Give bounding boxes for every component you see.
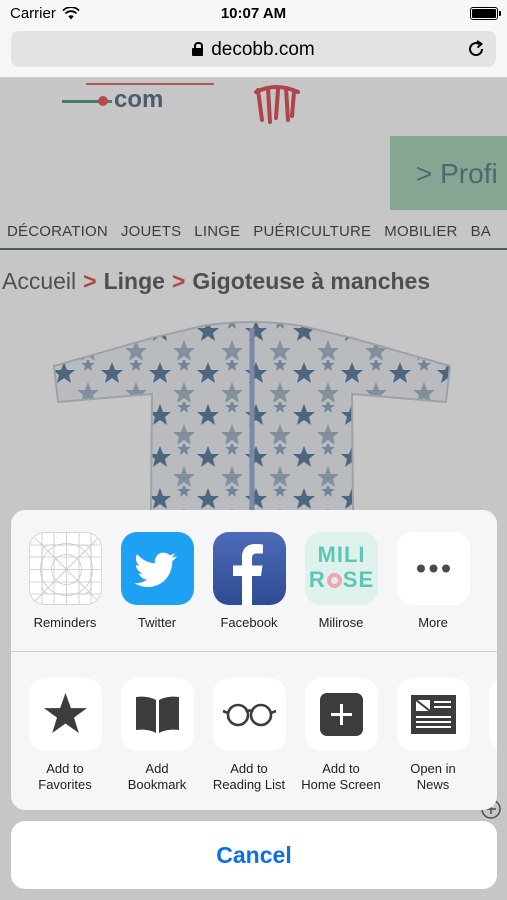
address-bar: decobb.com [0, 28, 507, 78]
milirose-logo-line1: MILI [317, 542, 366, 567]
bookmark-tile[interactable] [121, 678, 194, 751]
twitter-label: Twitter [137, 615, 177, 630]
reminders-icon [30, 533, 101, 604]
star-icon [44, 693, 87, 733]
news-label: Open in News [410, 761, 456, 792]
facebook-icon [233, 544, 263, 605]
reminders-tile[interactable] [29, 532, 102, 605]
book-icon [136, 696, 179, 733]
cancel-button[interactable]: Cancel [11, 821, 497, 889]
url-display: decobb.com [11, 39, 496, 61]
favorites-tile[interactable] [29, 678, 102, 751]
reading-list-tile[interactable] [213, 678, 286, 751]
favorites-label: Add to Favorites [38, 761, 92, 792]
milirose-logo-line2: R SE [308, 567, 375, 592]
twitter-icon [134, 552, 177, 587]
glasses-icon [222, 703, 277, 727]
more-icon [417, 564, 450, 573]
share-sheet: Reminders Twitter Facebook MILI R SE Mil… [11, 510, 497, 810]
home-screen-tile[interactable] [305, 678, 378, 751]
milirose-label: Milirose [318, 615, 364, 630]
milirose-tile[interactable]: MILI R SE [305, 532, 378, 605]
more-label: More [418, 615, 448, 630]
lock-icon [192, 42, 204, 56]
status-bar: Carrier 10:07 AM [0, 0, 507, 28]
milirose-icon: MILI R SE [305, 542, 378, 592]
add-square-icon [320, 693, 363, 736]
share-actions-row: Add to Favorites Add Bookmark Add to Rea… [11, 678, 497, 796]
reading-list-label: Add to Reading List [212, 761, 286, 792]
more-tile[interactable] [397, 532, 470, 605]
news-tile[interactable] [397, 678, 470, 751]
battery-fill [472, 9, 496, 18]
facebook-tile[interactable] [213, 532, 286, 605]
partial-next-tile[interactable] [489, 678, 497, 751]
news-icon [411, 695, 456, 734]
reload-icon[interactable] [466, 39, 486, 59]
twitter-tile[interactable] [121, 532, 194, 605]
battery-icon [470, 7, 501, 20]
bookmark-label: Add Bookmark [127, 761, 187, 792]
url-text: decobb.com [211, 39, 315, 60]
facebook-label: Facebook [220, 615, 278, 630]
share-apps-row: Reminders Twitter Facebook MILI R SE Mil… [11, 532, 497, 650]
url-field[interactable]: decobb.com [11, 31, 496, 67]
home-screen-label: Add to Home Screen [301, 761, 381, 792]
clock: 10:07 AM [220, 5, 287, 22]
sheet-divider [11, 651, 497, 652]
reminders-label: Reminders [33, 615, 97, 630]
